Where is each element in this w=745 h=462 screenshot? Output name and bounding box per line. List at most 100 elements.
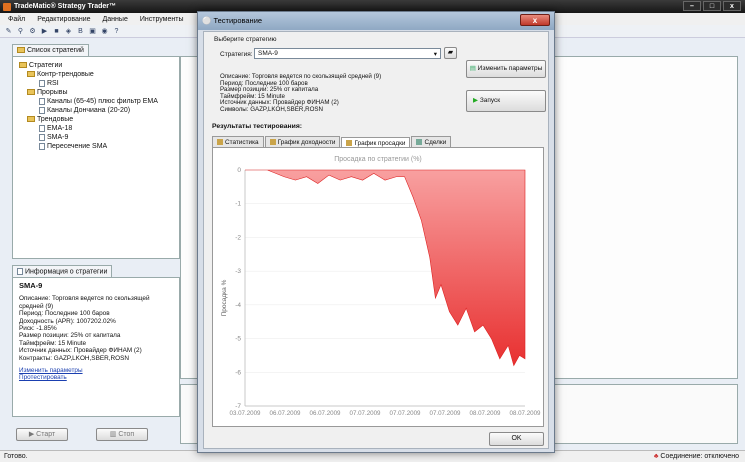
ok-button[interactable]: OK xyxy=(489,432,544,446)
record-icon[interactable]: ◉ xyxy=(100,27,109,36)
strategy-info-tab-label: Информация о стратегии xyxy=(25,268,108,276)
maximize-icon[interactable]: □ xyxy=(703,1,721,11)
image-icon[interactable]: ▣ xyxy=(88,27,97,36)
tree-item[interactable]: Каналы (65-45) плюс фильтр EMA xyxy=(19,97,173,106)
settings-icon[interactable]: ⚙ xyxy=(28,27,37,36)
drawdown-chart-panel: Просадка по стратегии (%) Просадка % 0 -1… xyxy=(212,147,544,427)
tree-item[interactable]: Пересечение SMA xyxy=(19,142,173,151)
strategy-icon xyxy=(39,97,45,105)
search-icon[interactable]: ⚲ xyxy=(16,27,25,36)
wand-icon[interactable]: ✎ xyxy=(4,27,13,36)
app-logo-icon xyxy=(3,3,11,11)
start-button[interactable]: ▶ Старт xyxy=(16,428,68,441)
connection-status: ♣ Соединение: отключено xyxy=(653,453,739,460)
tree-item[interactable]: Контр-трендовые xyxy=(19,70,173,79)
strategy-icon xyxy=(39,106,45,114)
tree-item[interactable]: Стратегии xyxy=(19,61,173,70)
info-line: Источник данных: Провайдер ФИНАМ (2) xyxy=(19,347,142,355)
y-tick-label: 0 xyxy=(237,167,241,174)
strategy-description: Описание: Торговля ведется по скользящей… xyxy=(220,73,381,114)
chart-icon xyxy=(269,139,276,146)
strategy-icon xyxy=(39,142,45,150)
minimize-icon[interactable]: – xyxy=(683,1,701,11)
folder-icon xyxy=(27,116,35,123)
open-folder-button[interactable]: ▰ xyxy=(444,47,457,59)
strategy-tree: Стратегии Контр-трендовые RSI Прорывы Ка… xyxy=(12,56,180,259)
drawdown-chart: Просадка по стратегии (%) Просадка % 0 -1… xyxy=(221,156,542,417)
x-tick-label: 07.07.2009 xyxy=(430,410,462,417)
x-tick-label: 07.07.2009 xyxy=(350,410,382,417)
desc-line: Символы: GAZP,LKOH,SBER,ROSN xyxy=(220,105,323,113)
y-tick-label: -6 xyxy=(235,369,241,376)
info-line: Размер позиции: 25% от капитала xyxy=(19,332,121,340)
menu-tools[interactable]: Инструменты xyxy=(140,16,184,23)
x-tick-label: 06.07.2009 xyxy=(310,410,342,417)
strategy-info-tab[interactable]: Информация о стратегии xyxy=(12,265,113,278)
edit-params-button[interactable]: ▤ Изменить параметры xyxy=(466,60,546,78)
y-tick-label: -7 xyxy=(235,403,241,410)
strategy-label: Стратегия: xyxy=(220,51,253,58)
tree-item[interactable]: RSI xyxy=(19,79,173,88)
edit-params-link[interactable]: Изменить параметры xyxy=(19,367,173,374)
help-icon[interactable]: ? xyxy=(112,27,121,36)
strategy-icon xyxy=(39,133,45,141)
chart-title: Просадка по стратегии (%) xyxy=(334,156,422,163)
play-icon[interactable]: ▶ xyxy=(40,27,49,36)
chart-icon[interactable]: ◈ xyxy=(64,27,73,36)
test-strategy-link[interactable]: Протестировать xyxy=(19,374,173,381)
stats-icon xyxy=(217,139,223,146)
menu-edit[interactable]: Редактирование xyxy=(37,16,90,23)
y-tick-label: -3 xyxy=(235,268,241,275)
chart-icon xyxy=(346,140,353,147)
dialog-body: Выберите стратегию Стратегия: SMA-9 ▾ ▰ … xyxy=(203,31,549,449)
folder-open-icon: ▰ xyxy=(447,49,454,56)
tree-item[interactable]: Каналы Дончиана (20-20) xyxy=(19,106,173,115)
run-button[interactable]: ▶ Запуск xyxy=(466,90,546,112)
strategy-icon xyxy=(39,79,45,87)
info-line: Описание: Торговля ведется по скользящей xyxy=(19,295,150,303)
play-icon: ▶ xyxy=(473,97,478,104)
dialog-title: ⚪ Тестирование xyxy=(202,16,263,25)
dialog-title-bar: ⚪ Тестирование x xyxy=(198,12,554,30)
x-tick-label: 07.07.2009 xyxy=(390,410,422,417)
folder-icon xyxy=(27,89,35,96)
x-tick-label: 06.07.2009 xyxy=(270,410,302,417)
strategy-icon xyxy=(39,124,45,132)
strategy-select-value: SMA-9 xyxy=(258,50,278,57)
folder-icon xyxy=(27,71,35,78)
choose-strategy-label: Выберите стратегию xyxy=(214,36,277,43)
y-tick-label: -1 xyxy=(235,201,241,208)
stop-button[interactable]: ▥ Стоп xyxy=(96,428,148,441)
testing-dialog: ⚪ Тестирование x Выберите стратегию Стра… xyxy=(197,11,555,453)
x-tick-label: 08.07.2009 xyxy=(470,410,502,417)
x-tick-label: 08.07.2009 xyxy=(510,410,542,417)
status-text: Готово. xyxy=(4,453,28,460)
strategy-name: SMA-9 xyxy=(19,281,43,290)
chevron-down-icon: ▾ xyxy=(433,51,437,58)
results-heading: Результаты тестирования: xyxy=(212,123,303,130)
tree-item[interactable]: Прорывы xyxy=(19,88,173,97)
y-tick-label: -4 xyxy=(235,302,241,309)
drawdown-area xyxy=(245,169,526,367)
folder-icon xyxy=(19,62,27,69)
info-line: Риск: -1.85% xyxy=(19,325,57,333)
trades-icon xyxy=(416,139,423,146)
info-icon xyxy=(17,268,23,275)
strategy-list-tab[interactable]: Список стратегий xyxy=(12,44,89,56)
info-line: Контракты: GAZP,LKOH,SBER,ROSN xyxy=(19,354,129,362)
dialog-close-button[interactable]: x xyxy=(520,14,550,26)
tree-item[interactable]: EMA-18 xyxy=(19,124,173,133)
close-icon[interactable]: x xyxy=(723,1,741,11)
info-line: Период: Последние 100 баров xyxy=(19,310,110,318)
app-title: TradeMatic® Strategy Trader™ xyxy=(14,3,117,10)
strategy-select[interactable]: SMA-9 ▾ xyxy=(254,48,441,59)
strategy-list-tab-label: Список стратегий xyxy=(27,47,84,54)
tree-item[interactable]: SMA-9 xyxy=(19,133,173,142)
y-axis-label: Просадка % xyxy=(221,279,228,316)
menu-data[interactable]: Данные xyxy=(103,16,128,23)
tree-item[interactable]: Трендовые xyxy=(19,115,173,124)
bold-icon[interactable]: B xyxy=(76,27,85,36)
y-tick-label: -5 xyxy=(235,336,241,343)
stop-icon[interactable]: ■ xyxy=(52,27,61,36)
menu-file[interactable]: Файл xyxy=(8,16,25,23)
